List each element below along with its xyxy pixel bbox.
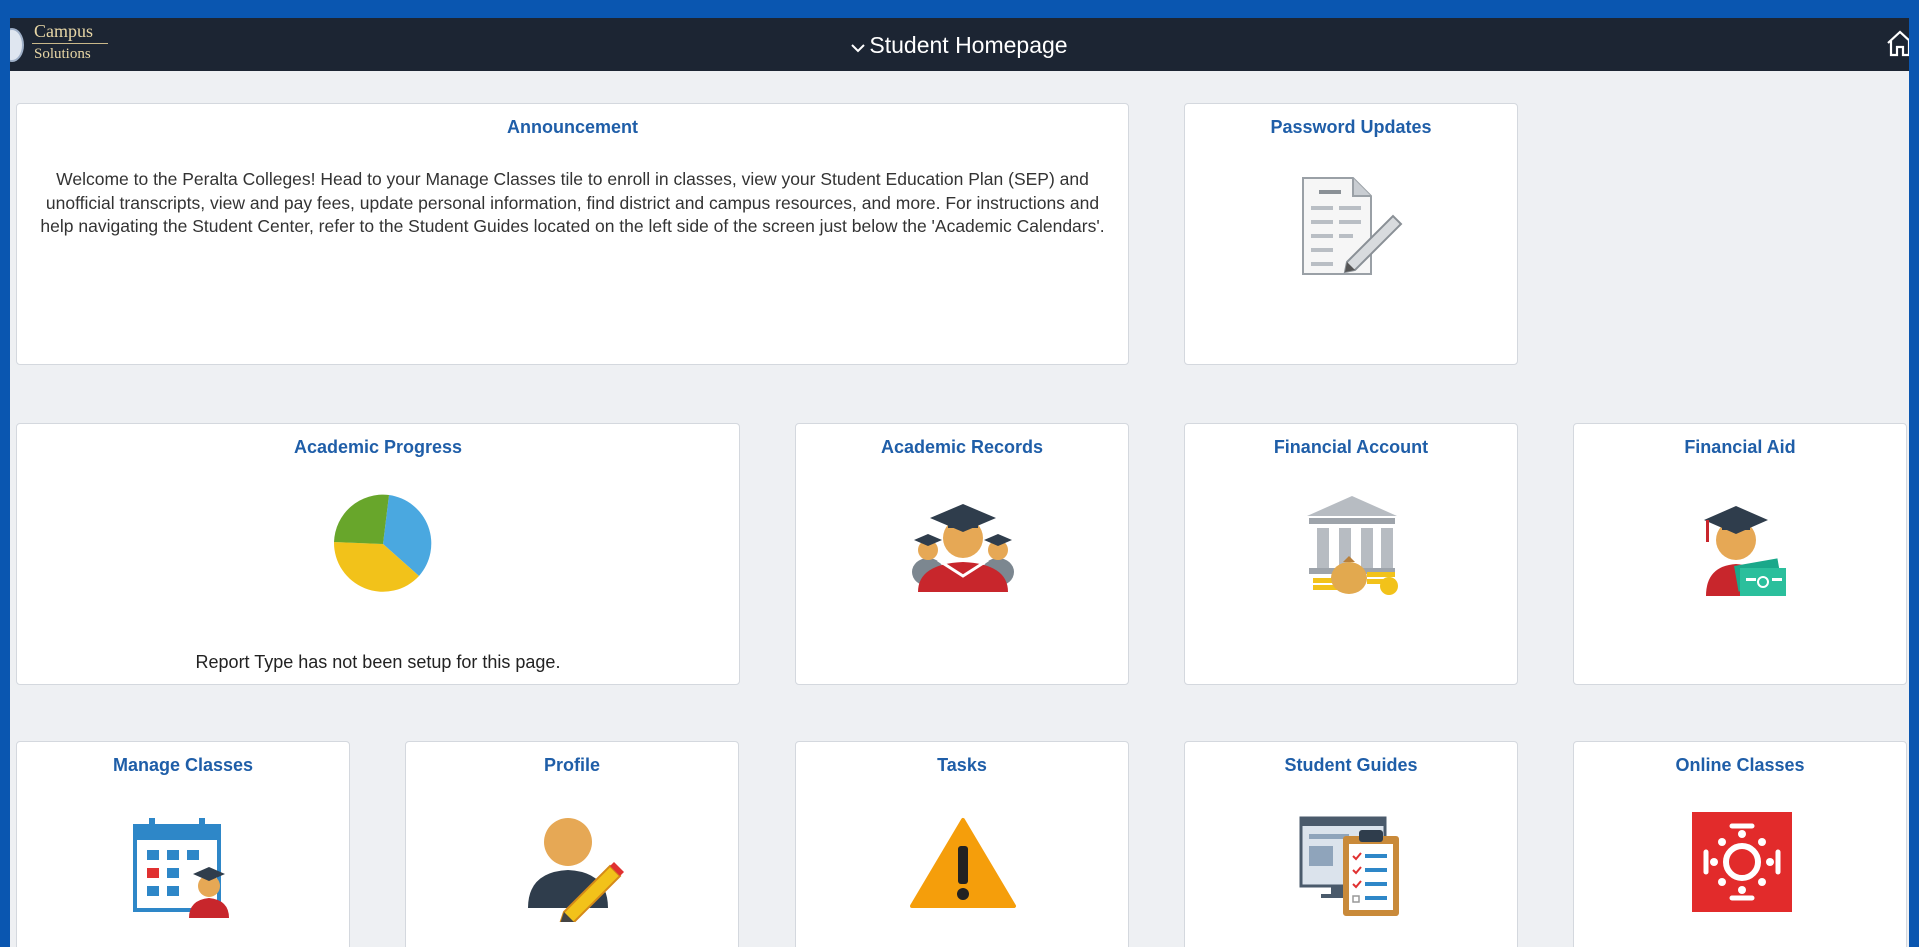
password-updates-tile[interactable]: Password Updates (1184, 103, 1518, 365)
financial-account-tile[interactable]: Financial Account (1184, 423, 1518, 685)
tile-title: Academic Records (880, 437, 1044, 457)
report-type-message: Report Type has not been setup for this … (195, 652, 561, 672)
warning-icon (910, 818, 1016, 908)
document-edit-icon (1302, 177, 1403, 275)
top-bar: Campus Solutions Student Homepage (10, 18, 1909, 71)
financial-aid-tile[interactable]: Financial Aid (1573, 423, 1907, 685)
app-frame: Campus Solutions Student Homepage Announ… (10, 18, 1909, 947)
online-classes-tile[interactable]: Online Classes (1573, 741, 1907, 947)
tile-title: Manage Classes (112, 755, 254, 775)
announcement-tile[interactable]: Announcement Welcome to the Peralta Coll… (16, 103, 1129, 365)
profile-edit-icon (528, 818, 624, 922)
calendar-student-icon (133, 818, 229, 918)
pie-chart-icon (333, 494, 432, 592)
tile-title: Academic Progress (293, 437, 463, 457)
tile-title: Financial Aid (1684, 437, 1796, 457)
manage-classes-tile[interactable]: Manage Classes (16, 741, 350, 947)
announcement-text: Welcome to the Peralta Colleges! Head to… (40, 169, 1105, 236)
graduates-icon (912, 504, 1014, 592)
homepage-selector[interactable]: Student Homepage (10, 32, 1909, 58)
graduate-money-icon (1704, 506, 1786, 596)
tile-title: Profile (543, 755, 600, 775)
academic-records-tile[interactable]: Academic Records (795, 423, 1129, 685)
tile-title: Password Updates (1270, 117, 1432, 137)
tile-title: Online Classes (1675, 755, 1805, 775)
bank-icon (1307, 496, 1398, 595)
tile-title: Student Guides (1284, 755, 1418, 775)
chevron-down-icon (851, 32, 866, 58)
canvas-logo-icon (1692, 812, 1792, 912)
student-guides-tile[interactable]: Student Guides (1184, 741, 1518, 947)
tasks-tile[interactable]: Tasks (795, 741, 1129, 947)
page-title: Student Homepage (869, 32, 1068, 58)
home-button[interactable] (1885, 28, 1909, 60)
tile-title: Announcement (506, 117, 638, 137)
academic-progress-tile[interactable]: Academic Progress Report Type has not be… (16, 423, 740, 685)
home-icon (1887, 30, 1909, 57)
profile-tile[interactable]: Profile (405, 741, 739, 947)
tile-title: Financial Account (1273, 437, 1429, 457)
tile-title: Tasks (937, 755, 987, 775)
guides-clipboard-icon (1299, 816, 1399, 916)
